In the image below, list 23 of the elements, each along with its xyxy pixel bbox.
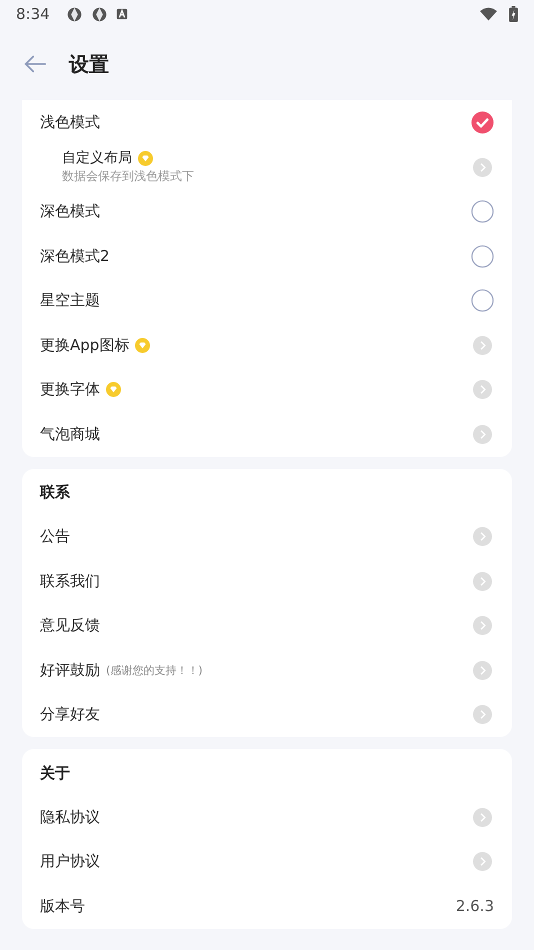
setting-label[interactable]: 深色模式 bbox=[40, 202, 100, 222]
setting-label[interactable]: 分享好友 bbox=[40, 705, 100, 724]
section-title: 关于 bbox=[40, 762, 71, 784]
setting-label[interactable]: 联系我们 bbox=[40, 572, 100, 591]
setting-label[interactable]: 隐私协议 bbox=[40, 808, 100, 827]
setting-label[interactable]: 意见反馈 bbox=[40, 616, 100, 636]
setting-label[interactable]: 气泡商城 bbox=[40, 424, 100, 444]
section-title: 联系 bbox=[40, 482, 71, 503]
setting-label[interactable]: 版本号 bbox=[40, 896, 85, 916]
setting-label[interactable]: 好评鼓励 bbox=[40, 660, 100, 680]
setting-label[interactable]: 自定义布局 bbox=[62, 149, 132, 167]
setting-label[interactable]: 更换App图标 bbox=[40, 336, 130, 355]
setting-description: 数据会保存到浅色模式下 bbox=[62, 168, 194, 185]
status-time: 8:34 bbox=[16, 5, 50, 23]
setting-label[interactable]: 用户协议 bbox=[40, 852, 100, 872]
setting-label[interactable]: 公告 bbox=[40, 527, 70, 546]
setting-label[interactable]: 更换字体 bbox=[40, 380, 100, 400]
setting-note: (感谢您的支持！！) bbox=[106, 662, 203, 678]
setting-label[interactable]: 星空主题 bbox=[40, 291, 100, 310]
setting-label[interactable]: 深色模式2 bbox=[40, 246, 110, 266]
setting-label[interactable]: 浅色模式 bbox=[40, 112, 100, 132]
page-title: 设置 bbox=[69, 50, 109, 78]
version-number: 2.6.3 bbox=[456, 897, 494, 916]
